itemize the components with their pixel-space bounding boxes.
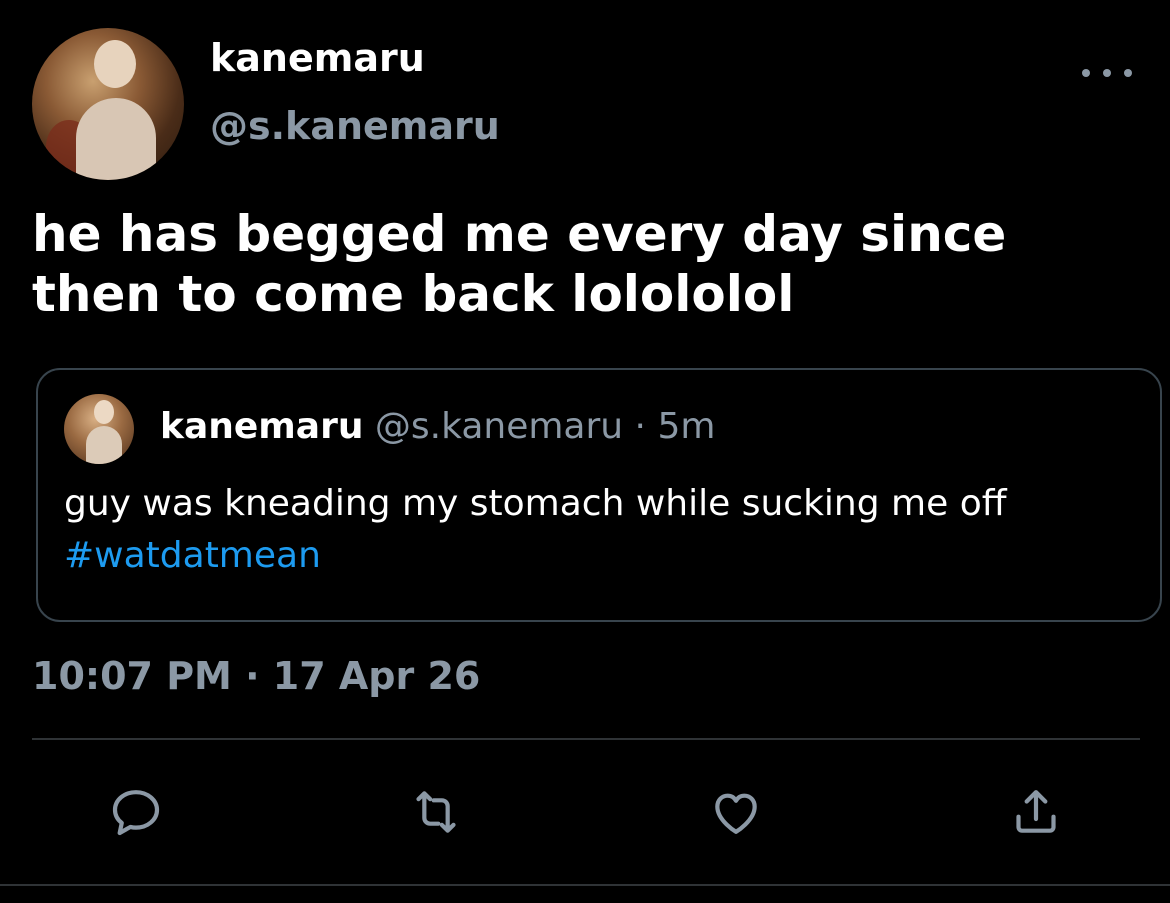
- quoted-body: guy was kneading my stomach while suckin…: [64, 483, 1007, 524]
- divider: [32, 738, 1140, 740]
- more-options-icon[interactable]: [1082, 58, 1132, 88]
- more-dot: [1124, 69, 1132, 77]
- tweet-text: he has begged me every day since then to…: [32, 205, 1007, 323]
- author-handle[interactable]: @s.kanemaru: [210, 104, 500, 148]
- quoted-author-handle: @s.kanemaru: [374, 406, 624, 447]
- more-dot: [1103, 69, 1111, 77]
- author-name[interactable]: kanemaru: [210, 36, 425, 80]
- hashtag-link[interactable]: #watdatmean: [64, 535, 321, 576]
- like-button[interactable]: [706, 782, 766, 842]
- reply-icon: [112, 790, 160, 836]
- quoted-tweet[interactable]: kanemaru @s.kanemaru · 5m guy was kneadi…: [36, 368, 1162, 622]
- quoted-avatar-head: [94, 400, 114, 424]
- retweet-button[interactable]: [406, 782, 466, 842]
- avatar-body: [76, 98, 156, 180]
- quoted-text: guy was kneading my stomach while suckin…: [64, 478, 1124, 582]
- quoted-author-name: kanemaru: [160, 406, 364, 447]
- share-icon: [1016, 790, 1056, 833]
- avatar-head: [94, 40, 136, 88]
- quoted-avatar-body: [86, 426, 122, 464]
- quoted-time: · 5m: [623, 406, 716, 447]
- quoted-avatar: [64, 394, 134, 464]
- reply-button[interactable]: [106, 782, 166, 842]
- tweet-timestamp[interactable]: 10:07 PM · 17 Apr 26: [32, 654, 480, 698]
- heart-icon: [715, 793, 757, 834]
- author-avatar[interactable]: [32, 28, 184, 180]
- divider: [0, 884, 1170, 886]
- more-dot: [1082, 69, 1090, 77]
- share-button[interactable]: [1006, 782, 1066, 842]
- quoted-header: kanemaru @s.kanemaru · 5m: [160, 406, 715, 447]
- retweet-icon: [416, 791, 456, 833]
